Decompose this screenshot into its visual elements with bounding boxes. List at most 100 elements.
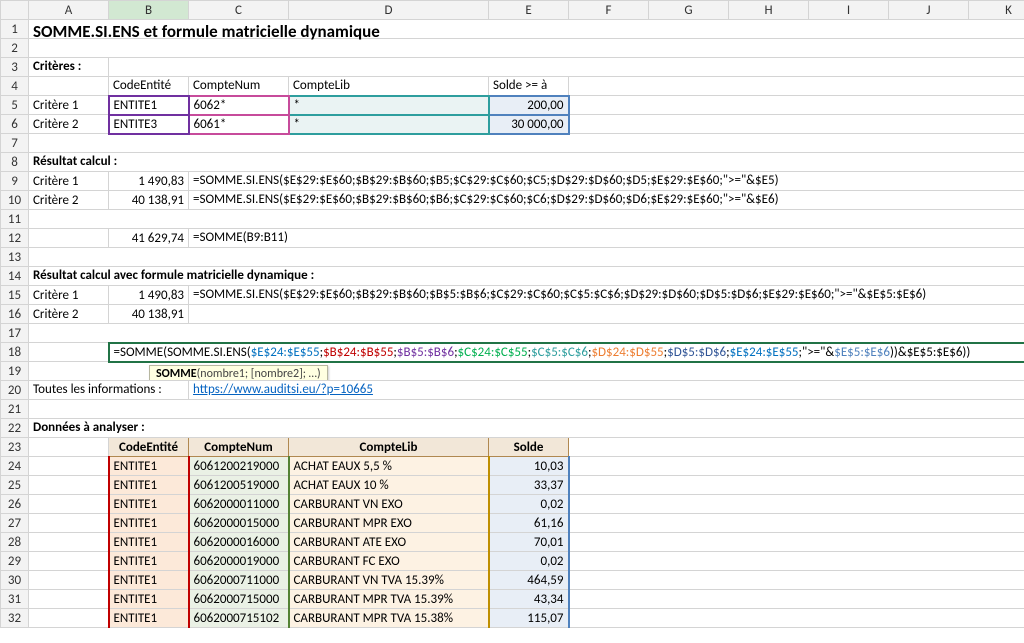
data-entite[interactable]: ENTITE1	[109, 609, 189, 628]
cell[interactable]	[569, 571, 1024, 590]
cell[interactable]	[189, 305, 1024, 324]
row-header[interactable]: 32	[1, 609, 29, 628]
data-solde[interactable]: 33,37	[489, 476, 569, 495]
select-all-corner[interactable]	[1, 1, 29, 20]
cell[interactable]	[29, 457, 109, 476]
row-header[interactable]: 6	[1, 115, 29, 134]
row-header[interactable]: 4	[1, 77, 29, 96]
data-header-comptenum[interactable]: CompteNum	[189, 438, 289, 457]
crit2-entite[interactable]: ENTITE3	[109, 115, 189, 134]
cell[interactable]	[29, 343, 109, 362]
res1-value[interactable]: 1 490,83	[109, 172, 189, 191]
data-solde[interactable]: 0,02	[489, 495, 569, 514]
data-solde[interactable]: 70,01	[489, 533, 569, 552]
row-header[interactable]: 26	[1, 495, 29, 514]
data-entite[interactable]: ENTITE1	[109, 514, 189, 533]
cell[interactable]	[29, 514, 109, 533]
cell[interactable]	[569, 457, 1024, 476]
col-header-H[interactable]: H	[729, 1, 809, 20]
data-comptelib[interactable]: CARBURANT VN TVA 15.39%	[289, 571, 489, 590]
cell[interactable]	[569, 514, 1024, 533]
data-solde[interactable]: 61,16	[489, 514, 569, 533]
row-header[interactable]: 5	[1, 96, 29, 115]
data-solde[interactable]: 0,02	[489, 552, 569, 571]
row-header[interactable]: 3	[1, 58, 29, 77]
row-header[interactable]: 7	[1, 134, 29, 153]
cell[interactable]	[29, 609, 109, 628]
cell[interactable]	[569, 495, 1024, 514]
data-comptelib[interactable]: CARBURANT MPR TVA 15.38%	[289, 609, 489, 628]
row-header[interactable]: 14	[1, 267, 29, 286]
data-comptelib[interactable]: CARBURANT MPR EXO	[289, 514, 489, 533]
col-header-J[interactable]: J	[889, 1, 969, 20]
data-entite[interactable]: ENTITE1	[109, 590, 189, 609]
row-header[interactable]: 9	[1, 172, 29, 191]
row-header[interactable]: 24	[1, 457, 29, 476]
row-header[interactable]: 30	[1, 571, 29, 590]
row-header[interactable]: 19	[1, 362, 29, 381]
data-comptelib[interactable]: ACHAT EAUX 5,5 %	[289, 457, 489, 476]
data-comptenum[interactable]: 6062000015000	[189, 514, 289, 533]
cell[interactable]	[29, 248, 1024, 267]
col-header-K[interactable]: K	[969, 1, 1024, 20]
cell[interactable]	[29, 134, 1024, 153]
row-header[interactable]: 18	[1, 343, 29, 362]
cell[interactable]	[569, 77, 1024, 96]
dyn1-value[interactable]: 1 490,83	[109, 286, 189, 305]
row-header[interactable]: 29	[1, 552, 29, 571]
row-header[interactable]: 12	[1, 229, 29, 248]
column-headers[interactable]: A B C D E F G H I J K	[1, 1, 1024, 20]
data-solde[interactable]: 115,07	[489, 609, 569, 628]
data-comptelib[interactable]: CARBURANT MPR TVA 15.39%	[289, 590, 489, 609]
row-header[interactable]: 2	[1, 39, 29, 58]
cell[interactable]	[569, 609, 1024, 628]
cell[interactable]	[29, 590, 109, 609]
row-header[interactable]: 10	[1, 191, 29, 210]
data-comptenum[interactable]: 6062000715000	[189, 590, 289, 609]
data-comptenum[interactable]: 6062000711000	[189, 571, 289, 590]
data-header-solde[interactable]: Solde	[489, 438, 569, 457]
cell[interactable]	[569, 552, 1024, 571]
row-header[interactable]: 17	[1, 324, 29, 343]
row-header[interactable]: 23	[1, 438, 29, 457]
data-comptenum[interactable]: 6062000715102	[189, 609, 289, 628]
cell[interactable]	[569, 115, 1024, 134]
data-entite[interactable]: ENTITE1	[109, 476, 189, 495]
data-comptenum[interactable]: 6062000019000	[189, 552, 289, 571]
cell[interactable]: SOMME(nombre1; [nombre2]; …)	[29, 362, 1024, 381]
data-comptenum[interactable]: 6062000016000	[189, 533, 289, 552]
row-header[interactable]: 21	[1, 400, 29, 419]
row-header[interactable]: 27	[1, 514, 29, 533]
formula-row12[interactable]: =SOMME(B9:B11)	[189, 229, 1024, 248]
cell[interactable]	[29, 324, 1024, 343]
sum-value[interactable]: 41 629,74	[109, 229, 189, 248]
cell[interactable]	[109, 58, 1024, 77]
formula-row9[interactable]: =SOMME.SI.ENS($E$29:$E$60;$B$29:$B$60;$B…	[189, 172, 1024, 191]
data-solde[interactable]: 10,03	[489, 457, 569, 476]
data-solde[interactable]: 43,34	[489, 590, 569, 609]
crit1-entite[interactable]: ENTITE1	[109, 96, 189, 115]
row-header[interactable]: 15	[1, 286, 29, 305]
crit1-lib[interactable]: *	[289, 96, 489, 115]
cell[interactable]	[29, 571, 109, 590]
data-solde[interactable]: 464,59	[489, 571, 569, 590]
cell[interactable]	[569, 476, 1024, 495]
data-comptelib[interactable]: CARBURANT ATE EXO	[289, 533, 489, 552]
row-header[interactable]: 20	[1, 381, 29, 400]
data-comptenum[interactable]: 6061200219000	[189, 457, 289, 476]
spreadsheet-grid[interactable]: A B C D E F G H I J K 1 SOMME.SI.ENS et …	[0, 0, 1024, 628]
row-header[interactable]: 16	[1, 305, 29, 324]
row-header[interactable]: 8	[1, 153, 29, 172]
cell[interactable]	[29, 210, 1024, 229]
cell[interactable]	[29, 533, 109, 552]
cell[interactable]	[29, 400, 1024, 419]
row-header[interactable]: 11	[1, 210, 29, 229]
cell[interactable]	[29, 77, 109, 96]
data-header-comptelib[interactable]: CompteLib	[289, 438, 489, 457]
col-header-D[interactable]: D	[289, 1, 489, 20]
cell[interactable]	[569, 533, 1024, 552]
col-header-A[interactable]: A	[29, 1, 109, 20]
row-header[interactable]: 28	[1, 533, 29, 552]
crit2-compte[interactable]: 6061*	[189, 115, 289, 134]
cell[interactable]	[569, 96, 1024, 115]
